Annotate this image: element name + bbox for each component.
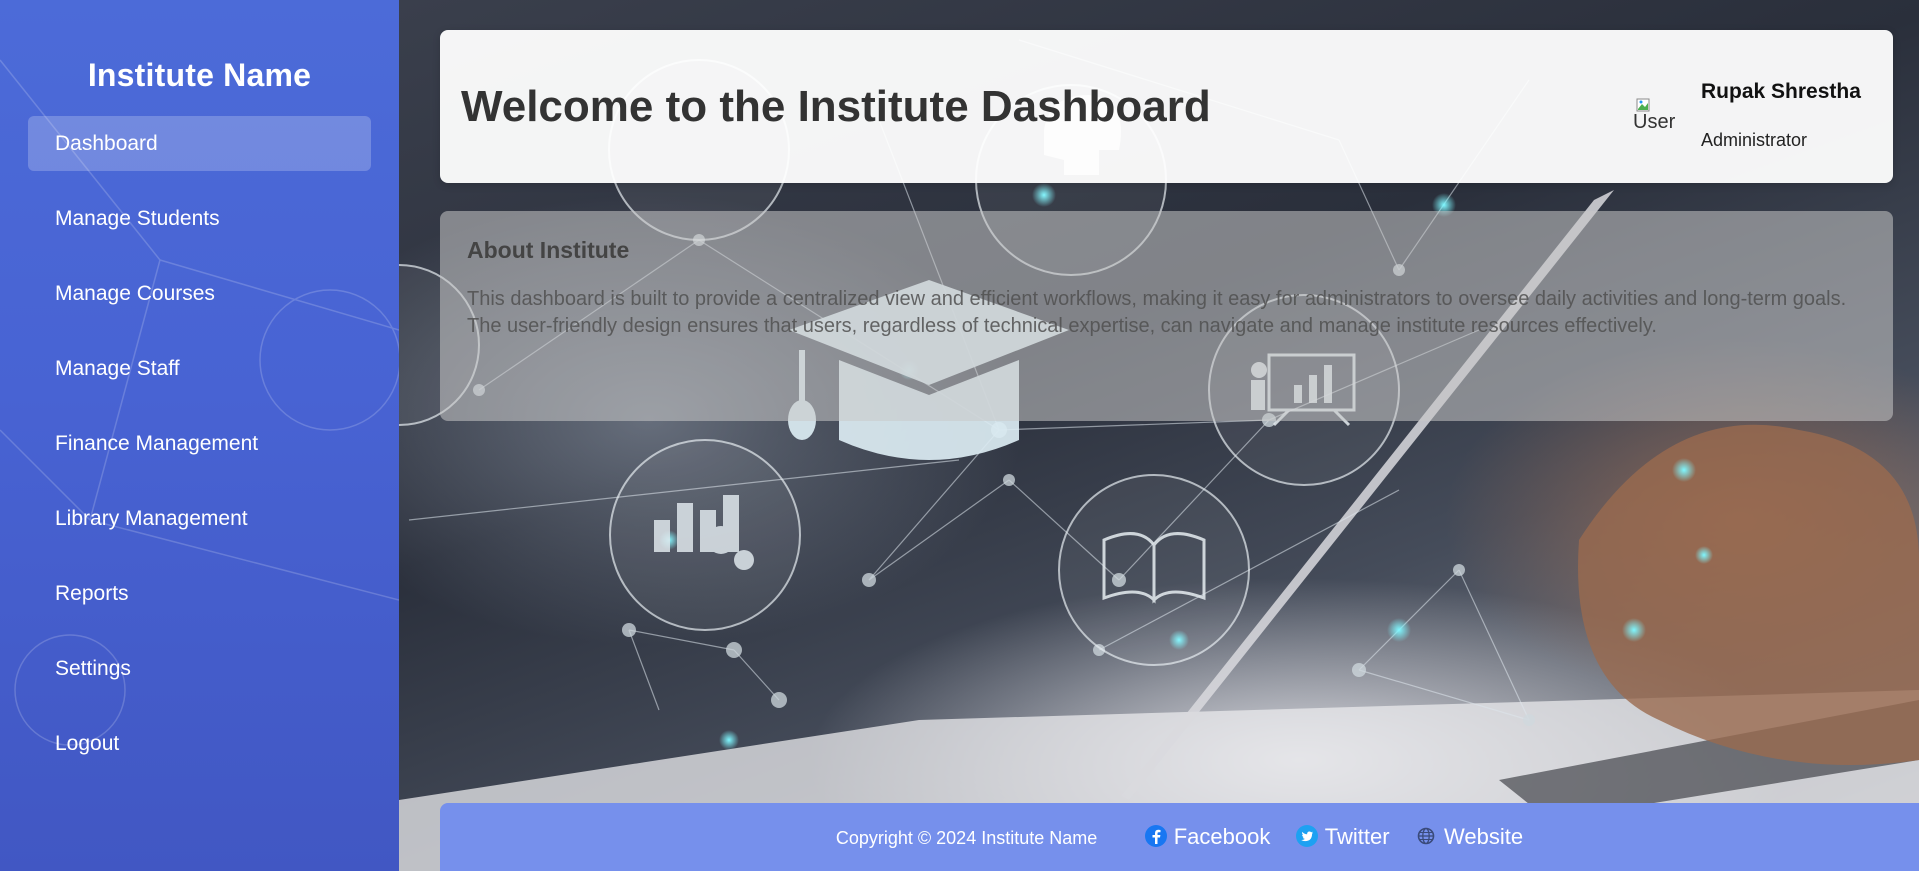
twitter-icon <box>1295 825 1318 847</box>
user-profile[interactable]: User Rupak Shrestha Administrator <box>1633 78 1873 158</box>
website-link[interactable]: Website <box>1414 803 1523 871</box>
facebook-label: Facebook <box>1173 824 1271 849</box>
sidebar: Institute Name Dashboard Manage Students… <box>0 0 399 871</box>
sidebar-item-dashboard[interactable]: Dashboard <box>28 116 371 171</box>
institute-name: Institute Name <box>87 57 312 93</box>
user-role: Administrator <box>1701 130 1808 150</box>
about-title: About Institute <box>467 237 630 263</box>
main-content: Welcome to the Institute Dashboard User … <box>399 0 1919 871</box>
sidebar-item-manage-courses[interactable]: Manage Courses <box>28 266 371 321</box>
sidebar-item-finance-management[interactable]: Finance Management <box>28 416 371 471</box>
sidebar-nav: Dashboard Manage Students Manage Courses… <box>0 116 399 771</box>
sidebar-item-reports[interactable]: Reports <box>28 566 371 621</box>
about-description: This dashboard is built to provide a cen… <box>467 288 1847 337</box>
about-card: About Institute This dashboard is built … <box>440 211 1893 421</box>
user-name: Rupak Shrestha <box>1701 80 1861 103</box>
avatar[interactable]: User <box>1633 98 1685 156</box>
twitter-link[interactable]: Twitter <box>1295 803 1390 871</box>
page-title: Welcome to the Institute Dashboard <box>461 82 1211 131</box>
sidebar-item-logout[interactable]: Logout <box>28 716 371 771</box>
sidebar-item-library-management[interactable]: Library Management <box>28 491 371 546</box>
website-label: Website <box>1444 824 1524 849</box>
header-card: Welcome to the Institute Dashboard User … <box>440 30 1893 183</box>
footer: Copyright © 2024 Institute Name Facebook… <box>440 803 1919 871</box>
avatar-alt-text: User <box>1633 111 1676 133</box>
sidebar-item-manage-students[interactable]: Manage Students <box>28 191 371 246</box>
copyright-text: Copyright © 2024 Institute Name <box>835 828 1098 848</box>
facebook-link[interactable]: Facebook <box>1144 803 1271 871</box>
globe-icon <box>1417 827 1435 845</box>
sidebar-item-manage-staff[interactable]: Manage Staff <box>28 341 371 396</box>
twitter-label: Twitter <box>1324 824 1390 849</box>
facebook-icon <box>1144 825 1167 847</box>
sidebar-item-settings[interactable]: Settings <box>28 641 371 696</box>
